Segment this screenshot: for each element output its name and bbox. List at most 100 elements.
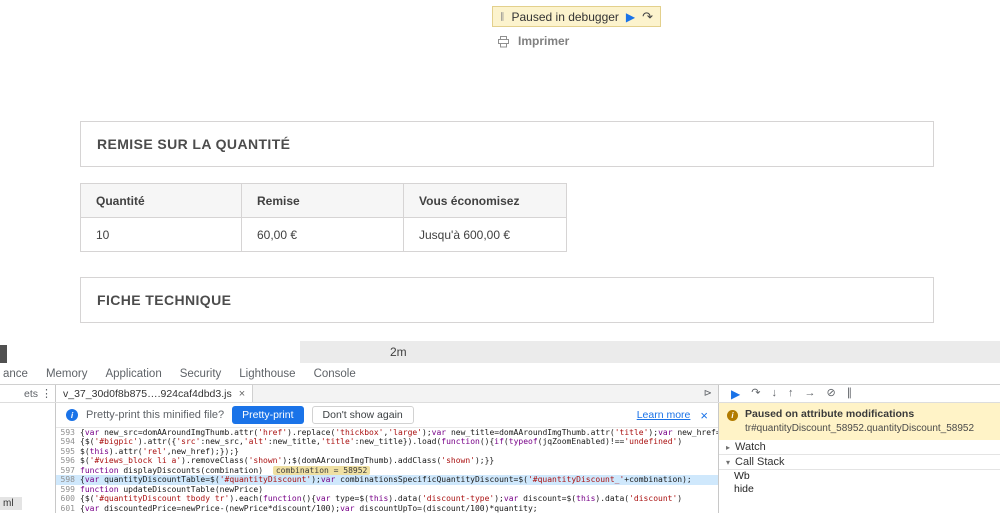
code-text: {var new_src=domAAroundImgThumb.attr('hr… [80, 428, 718, 437]
deactivate-breakpoints-icon[interactable]: ⊘ [826, 388, 835, 399]
code-line[interactable]: 593 {var new_src=domAAroundImgThumb.attr(… [56, 428, 718, 437]
code-text: {$('#bigpic').attr({'src':new_src,'alt':… [80, 437, 683, 447]
pretty-print-infobar: i Pretty-print this minified file? Prett… [56, 403, 718, 428]
code-line[interactable]: 594 {$('#bigpic').attr({'src':new_src,'al… [56, 437, 718, 446]
line-number[interactable]: 600 [56, 494, 80, 503]
paused-in-debugger-bar: ∥ Paused in debugger ▶ ↷ [492, 6, 662, 27]
devtools-tab-security[interactable]: Security [171, 368, 231, 380]
table-row: 10 60,00 € Jusqu'à 600,00 € [80, 217, 567, 252]
file-tab[interactable]: v_37_30d0f8b875….924caf4dbd3.js × [56, 385, 254, 402]
navigator-file-item[interactable]: ml [0, 497, 22, 510]
info-icon: i [66, 409, 78, 421]
print-link[interactable]: Imprimer [497, 34, 569, 48]
debugger-toolbar: ▶ ↷ ↓ ↑ → ⊘ ∥ [718, 385, 1000, 402]
table-cell: 60,00 € [241, 217, 404, 252]
navigator-pane: ml [0, 403, 56, 513]
step-over-icon[interactable]: ↷ [751, 388, 760, 399]
code-line[interactable]: 596 $('#views_block li a').removeClass('s… [56, 456, 718, 465]
code-text: $('#views_block li a').removeClass('show… [80, 456, 495, 466]
devtools-panel: ance Memory Application Security Lighthouse C… [0, 363, 1000, 513]
infobar-message: Pretty-print this minified file? [86, 409, 225, 421]
resume-icon[interactable]: ▶ [626, 10, 635, 24]
paused-banner-detail: tr#quantityDiscount_58952.quantityDiscou… [745, 423, 975, 434]
line-number[interactable]: 601 [56, 504, 80, 513]
pause-on-exceptions-icon[interactable]: ∥ [847, 388, 853, 399]
navigator-header: ets ⋮ [0, 385, 56, 402]
chevron-down-icon: ▾ [726, 457, 731, 467]
call-stack-section-header[interactable]: ▾ Call Stack [719, 455, 1000, 470]
column-header: Remise [241, 183, 404, 218]
table-cell: Jusqu'à 600,00 € [403, 217, 567, 252]
code-line[interactable]: 595 $(this).attr('rel',new_href);});} [56, 447, 718, 456]
paused-banner: i Paused on attribute modifications tr#q… [719, 403, 1000, 440]
debugger-sidebar: i Paused on attribute modifications tr#q… [718, 403, 1000, 513]
datasheet-row: 2m [300, 341, 1000, 363]
file-tab-label: v_37_30d0f8b875….924caf4dbd3.js [63, 387, 232, 400]
code-lines: 593 {var new_src=domAAroundImgThumb.attr(… [56, 428, 718, 513]
line-number[interactable]: 594 [56, 437, 80, 446]
editor-tabstrip: v_37_30d0f8b875….924caf4dbd3.js × ⊳ [56, 385, 718, 402]
dont-show-again-button[interactable]: Don't show again [311, 406, 414, 424]
pretty-print-button[interactable]: Pretty-print [232, 406, 304, 424]
print-label: Imprimer [518, 34, 570, 48]
learn-more-link[interactable]: Learn more [637, 409, 691, 421]
code-text: {var discountedPrice=newPrice-(newPrice*… [80, 503, 538, 513]
pause-icon: ∥ [500, 11, 505, 21]
line-number[interactable]: 599 [56, 485, 80, 494]
discount-section-title: REMISE SUR LA QUANTITÉ [97, 136, 291, 152]
datasheet-value: 2m [390, 345, 407, 359]
code-line[interactable]: 597 function displayDiscounts(combination… [56, 465, 718, 475]
datasheet-section-title: FICHE TECHNIQUE [97, 292, 232, 308]
line-number[interactable]: 596 [56, 456, 80, 465]
printer-icon [498, 35, 509, 47]
call-stack-list: Wb hide [719, 470, 1000, 496]
column-header: Vous économisez [403, 183, 567, 218]
paused-banner-title: Paused on attribute modifications [745, 408, 915, 420]
paused-info-icon: i [727, 410, 738, 421]
code-editor: 593 {var new_src=domAAroundImgThumb.attr(… [56, 428, 718, 513]
step-over-icon[interactable]: ↷ [642, 9, 653, 25]
code-text: $(this).attr('rel',new_href);});} [80, 446, 239, 456]
code-text: function displayDiscounts(combination) c… [80, 465, 718, 475]
code-line[interactable]: 601 {var discountedPrice=newPrice-(newPri… [56, 504, 718, 513]
close-icon[interactable]: × [239, 388, 245, 400]
column-header: Quantité [80, 183, 242, 218]
line-number[interactable]: 593 [56, 428, 80, 437]
line-number[interactable]: 597 [56, 466, 80, 475]
code-line[interactable]: 599 function updateDiscountTable(newPrice… [56, 485, 718, 494]
call-stack-item[interactable]: hide [719, 483, 1000, 496]
step-out-icon[interactable]: ↑ [788, 388, 794, 399]
step-icon[interactable]: → [804, 388, 815, 399]
discount-section-heading-box: REMISE SUR LA QUANTITÉ [80, 121, 934, 167]
discount-table-header-row: Quantité Remise Vous économisez [80, 183, 567, 218]
devtools-tab-lighthouse[interactable]: Lighthouse [230, 368, 304, 380]
close-icon[interactable]: × [700, 408, 708, 423]
devtools-tab-performance[interactable]: ance [0, 368, 37, 380]
resume-icon[interactable]: ▶ [731, 388, 740, 400]
navigator-cut-tab[interactable]: ets [24, 388, 38, 400]
call-stack-item[interactable]: Wb [719, 470, 1000, 483]
paused-label: Paused in debugger [511, 9, 619, 24]
code-line[interactable]: 600 {$('#quantityDiscount tbody tr').each… [56, 494, 718, 503]
code-text: function updateDiscountTable(newPrice) [80, 484, 264, 494]
discount-table: Quantité Remise Vous économisez 10 60,00 € J… [80, 183, 567, 252]
devtools-tab-console[interactable]: Console [305, 368, 365, 380]
line-number[interactable]: 598 [56, 475, 80, 484]
datasheet-section-heading-box: FICHE TECHNIQUE [80, 277, 934, 323]
devtools-window-corner [0, 345, 300, 363]
watch-section-header[interactable]: ▸ Watch [719, 440, 1000, 455]
panel-toggle-icon[interactable]: ⊳ [704, 388, 712, 399]
line-number[interactable]: 595 [56, 447, 80, 456]
code-line[interactable]: 598 {var quantityDiscountTable=$('#quanti… [56, 475, 718, 485]
discount-table-body: 10 60,00 € Jusqu'à 600,00 € [80, 217, 567, 252]
devtools-tab-application[interactable]: Application [96, 368, 170, 380]
more-options-icon[interactable]: ⋮ [41, 387, 52, 400]
code-text: {$('#quantityDiscount tbody tr').each(fu… [80, 494, 683, 504]
step-into-icon[interactable]: ↓ [771, 388, 777, 399]
call-stack-label: Call Stack [735, 456, 785, 468]
chevron-right-icon: ▸ [726, 442, 731, 452]
code-text: {var quantityDiscountTable=$('#quantityD… [80, 475, 692, 485]
devtools-tab-memory[interactable]: Memory [37, 368, 97, 380]
table-cell: 10 [80, 217, 242, 252]
watch-label: Watch [735, 441, 766, 453]
